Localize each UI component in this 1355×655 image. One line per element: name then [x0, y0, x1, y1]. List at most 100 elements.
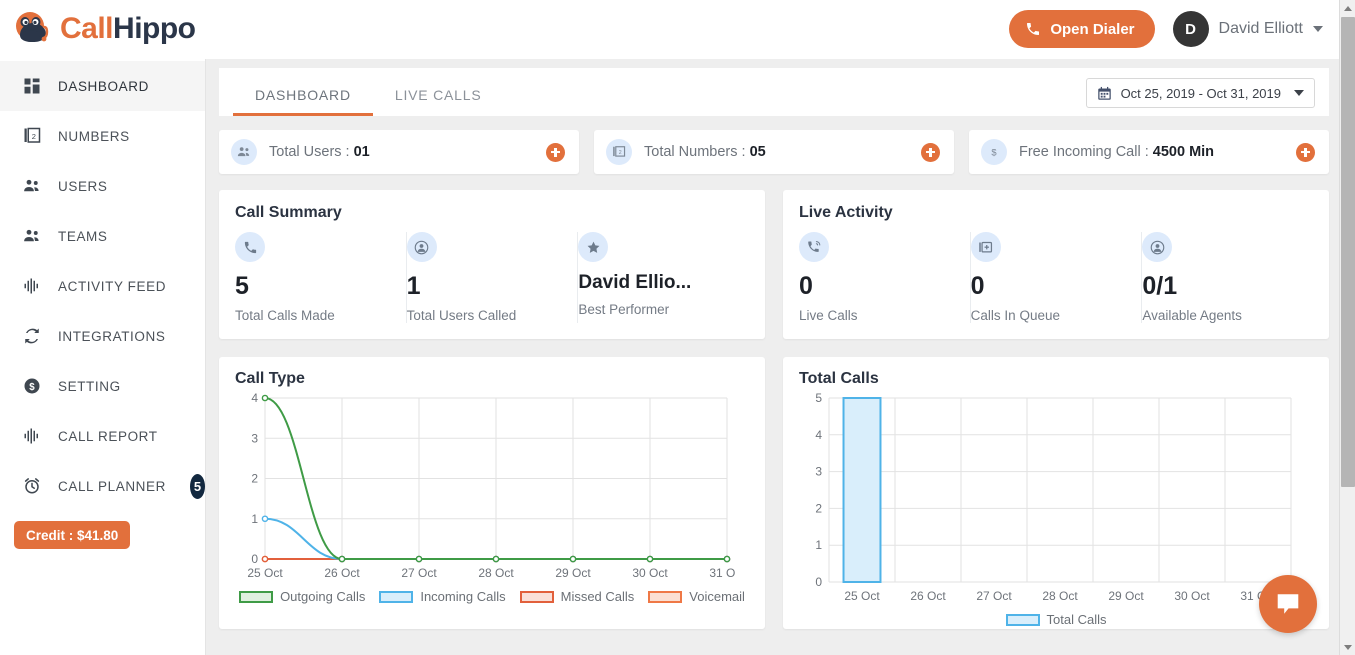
svg-text:1: 1	[815, 538, 822, 552]
svg-text:2: 2	[251, 472, 258, 486]
svg-text:29 Oct: 29 Oct	[1108, 589, 1144, 603]
total-calls-legend: Total Calls	[799, 612, 1313, 627]
sidebar-label: INTEGRATIONS	[58, 329, 165, 344]
tab-dashboard[interactable]: DASHBOARD	[233, 87, 373, 116]
total-calls-chart-panel: Total Calls 01234525 Oct26 Oct27 Oct28 O…	[783, 357, 1329, 629]
chart-title: Call Type	[235, 370, 749, 388]
legend-swatch	[379, 591, 413, 603]
alarm-clock-icon	[22, 476, 42, 496]
stat-label: Total Numbers :	[644, 144, 750, 160]
svg-text:31 Oct: 31 Oct	[709, 566, 735, 580]
sidebar-label: DASHBOARD	[58, 79, 149, 94]
brand-hippo-text: Hippo	[113, 12, 195, 45]
scrollbar-thumb[interactable]	[1341, 17, 1355, 487]
queue-icon	[971, 232, 1001, 262]
open-dialer-label: Open Dialer	[1050, 21, 1134, 38]
sidebar-item-activity-feed[interactable]: ACTIVITY FEED	[0, 261, 205, 311]
legend-item[interactable]: Total Calls	[1006, 612, 1107, 627]
chat-bubble-icon	[1275, 591, 1301, 617]
call-type-chart-panel: Call Type 0123425 Oct26 Oct27 Oct28 Oct2…	[219, 357, 765, 629]
metric-best-performer: David Ellio... Best Performer	[578, 232, 749, 323]
dollar-circle-icon: $	[22, 376, 42, 396]
panel-title: Call Summary	[235, 204, 749, 222]
sidebar-label: USERS	[58, 179, 108, 194]
svg-text:$: $	[29, 382, 35, 393]
credit-badge[interactable]: Credit : $41.80	[14, 521, 130, 549]
sidebar-item-integrations[interactable]: INTEGRATIONS	[0, 311, 205, 361]
metric-value: David Ellio...	[578, 273, 739, 293]
svg-text:0: 0	[815, 575, 822, 589]
add-incoming-minutes-button[interactable]	[1296, 143, 1315, 162]
legend-label: Voicemail	[689, 589, 745, 604]
numbers-icon: 2	[606, 139, 632, 165]
sidebar-item-call-report[interactable]: CALL REPORT	[0, 411, 205, 461]
calendar-icon	[1097, 86, 1112, 101]
legend-label: Outgoing Calls	[280, 589, 365, 604]
legend-swatch	[648, 591, 682, 603]
metric-label: Live Calls	[799, 308, 960, 323]
svg-text:25 Oct: 25 Oct	[844, 589, 880, 603]
add-user-button[interactable]	[546, 143, 565, 162]
user-menu[interactable]: D David Elliott	[1173, 11, 1323, 47]
date-range-value: Oct 25, 2019 - Oct 31, 2019	[1121, 86, 1281, 101]
call-type-legend: Outgoing Calls Incoming Calls Missed Calls…	[235, 589, 749, 604]
svg-text:30 Oct: 30 Oct	[1174, 589, 1210, 603]
metric-total-users-called: 1 Total Users Called	[407, 232, 579, 323]
sidebar-item-users[interactable]: USERS	[0, 161, 205, 211]
metric-label: Best Performer	[578, 302, 739, 317]
star-icon	[578, 232, 608, 262]
svg-text:4: 4	[251, 391, 258, 405]
sidebar-item-numbers[interactable]: 2 NUMBERS	[0, 111, 205, 161]
sidebar: DASHBOARD 2 NUMBERS USERS TEAMS ACTIVITY…	[0, 59, 206, 655]
teams-icon	[22, 226, 42, 246]
add-number-button[interactable]	[921, 143, 940, 162]
metric-label: Available Agents	[1142, 308, 1303, 323]
open-dialer-button[interactable]: Open Dialer	[1009, 10, 1154, 48]
chevron-down-icon	[1294, 90, 1304, 96]
brand-logo[interactable]: CallHippo	[14, 9, 196, 49]
sidebar-item-setting[interactable]: $ SETTING	[0, 361, 205, 411]
sync-icon	[22, 326, 42, 346]
sidebar-label: NUMBERS	[58, 129, 130, 144]
metric-label: Total Calls Made	[235, 308, 396, 323]
stat-value: 01	[354, 144, 370, 160]
summary-row: Call Summary 5 Total Calls Made 1 Total …	[219, 190, 1329, 339]
svg-text:26 Oct: 26 Oct	[324, 566, 360, 580]
scroll-down-arrow[interactable]	[1340, 639, 1355, 655]
metric-label: Calls In Queue	[971, 308, 1132, 323]
metric-calls-in-queue: 0 Calls In Queue	[971, 232, 1143, 323]
page-scrollbar[interactable]	[1339, 0, 1355, 655]
svg-text:3: 3	[251, 432, 258, 446]
chat-support-button[interactable]	[1259, 575, 1317, 633]
line-chart-svg: 0123425 Oct26 Oct27 Oct28 Oct29 Oct30 Oc…	[235, 390, 735, 585]
tab-live-calls[interactable]: LIVE CALLS	[373, 87, 504, 116]
sidebar-label: TEAMS	[58, 229, 108, 244]
waveform-icon	[22, 426, 42, 446]
call-type-plot: 0123425 Oct26 Oct27 Oct28 Oct29 Oct30 Oc…	[235, 390, 749, 585]
bar-chart-svg: 01234525 Oct26 Oct27 Oct28 Oct29 Oct30 O…	[799, 390, 1299, 608]
legend-item[interactable]: Outgoing Calls	[239, 589, 365, 604]
sidebar-item-call-planner[interactable]: CALL PLANNER 5	[0, 461, 205, 511]
sidebar-item-teams[interactable]: TEAMS	[0, 211, 205, 261]
stat-value: 05	[750, 144, 766, 160]
svg-text:1: 1	[251, 512, 258, 526]
total-calls-plot: 01234525 Oct26 Oct27 Oct28 Oct29 Oct30 O…	[799, 390, 1313, 608]
legend-item[interactable]: Missed Calls	[520, 589, 635, 604]
metric-value: 0/1	[1142, 273, 1303, 299]
phone-icon	[235, 232, 265, 262]
stat-label: Total Users :	[269, 144, 354, 160]
svg-text:0: 0	[251, 552, 258, 566]
metric-value: 0	[799, 273, 960, 299]
legend-item[interactable]: Incoming Calls	[379, 589, 505, 604]
legend-swatch	[1006, 614, 1040, 626]
sidebar-item-dashboard[interactable]: DASHBOARD	[0, 61, 205, 111]
metric-value: 1	[407, 273, 568, 299]
user-name-label: David Elliott	[1219, 20, 1303, 38]
metric-label: Total Users Called	[407, 308, 568, 323]
chart-title: Total Calls	[799, 370, 1313, 388]
date-range-picker[interactable]: Oct 25, 2019 - Oct 31, 2019	[1086, 78, 1315, 108]
scroll-up-arrow[interactable]	[1340, 0, 1355, 16]
grid-icon	[22, 76, 42, 96]
sidebar-label: ACTIVITY FEED	[58, 279, 166, 294]
legend-item[interactable]: Voicemail	[648, 589, 745, 604]
